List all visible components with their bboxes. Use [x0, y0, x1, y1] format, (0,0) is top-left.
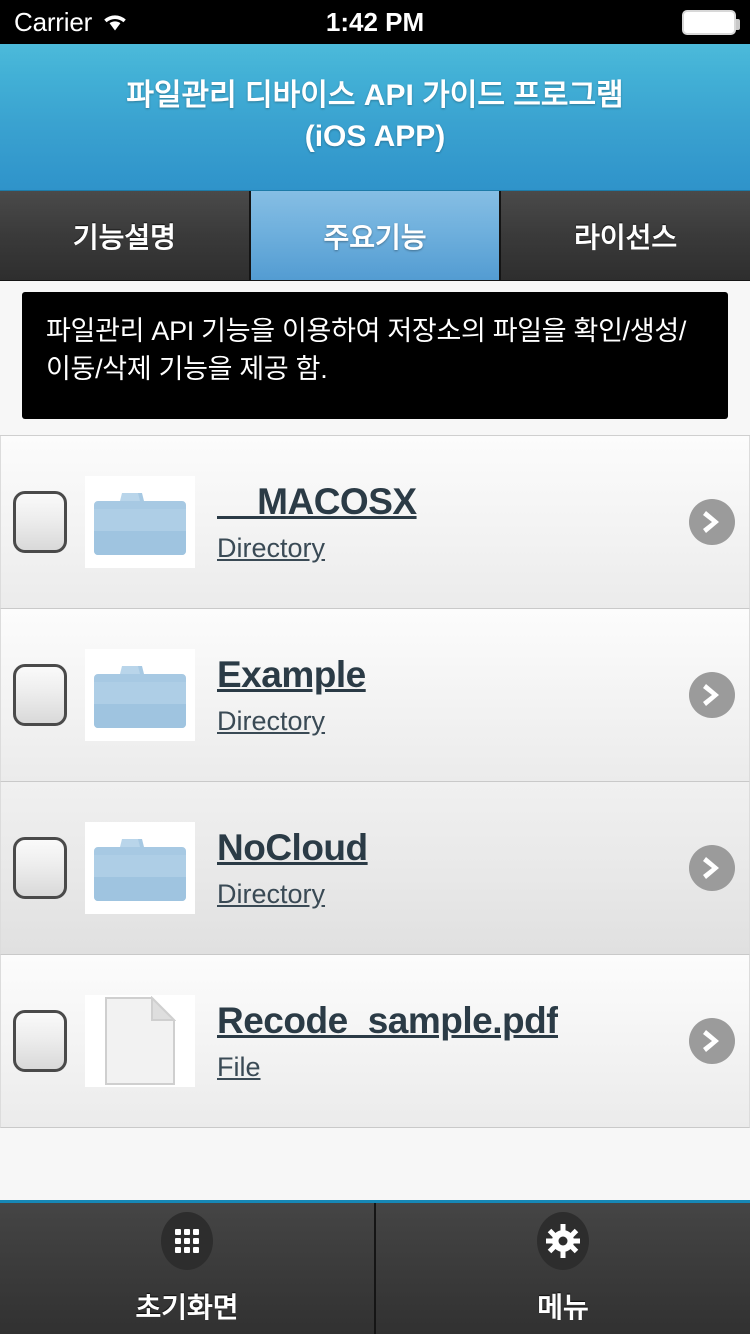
status-bar-left: Carrier: [14, 7, 129, 38]
page-title-line1: 파일관리 디바이스 API 가이드 프로그램: [126, 79, 623, 112]
grid-icon: [161, 1212, 213, 1270]
checkbox-unchecked-icon[interactable]: [13, 491, 67, 553]
file-row-text: __MACOSX Directory: [217, 481, 677, 564]
gear-icon: [537, 1212, 589, 1270]
home-button[interactable]: 초기화면: [0, 1203, 376, 1334]
status-bar-right: [682, 10, 736, 35]
tab-function-description[interactable]: 기능설명: [0, 191, 251, 280]
file-name[interactable]: Example: [217, 654, 366, 696]
chevron-right-icon[interactable]: [689, 1018, 735, 1064]
file-row-text: Recode_sample.pdf File: [217, 1000, 677, 1083]
folder-icon: [85, 822, 195, 914]
table-row[interactable]: Recode_sample.pdf File: [0, 955, 750, 1128]
app-root: Carrier 1:42 PM 파일관리 디바이스 API 가이드 프로그램 (…: [0, 0, 750, 1334]
wifi-icon: [101, 12, 129, 32]
description-text: 파일관리 API 기능을 이용하여 저장소의 파일을 확인/생성/이동/삭제 기…: [22, 292, 728, 419]
table-row[interactable]: __MACOSX Directory: [0, 436, 750, 609]
file-name[interactable]: Recode_sample.pdf: [217, 1000, 558, 1042]
status-bar: Carrier 1:42 PM: [0, 0, 750, 44]
home-button-label: 초기화면: [135, 1286, 238, 1326]
chevron-right-icon[interactable]: [689, 672, 735, 718]
menu-button-label: 메뉴: [537, 1286, 589, 1326]
tab-license[interactable]: 라이선스: [501, 191, 750, 280]
checkbox-unchecked-icon[interactable]: [13, 1010, 67, 1072]
folder-icon: [85, 649, 195, 741]
bottom-toolbar: 초기화면: [0, 1200, 750, 1334]
chevron-right-icon[interactable]: [689, 499, 735, 545]
table-row[interactable]: Example Directory: [0, 609, 750, 782]
checkbox-unchecked-icon[interactable]: [13, 664, 67, 726]
app-header: 파일관리 디바이스 API 가이드 프로그램 (iOS APP): [0, 44, 750, 191]
folder-icon: [85, 476, 195, 568]
menu-button[interactable]: 메뉴: [376, 1203, 750, 1334]
file-list: __MACOSX Directory: [0, 435, 750, 1128]
description-panel-wrapper: 파일관리 API 기능을 이용하여 저장소의 파일을 확인/생성/이동/삭제 기…: [0, 281, 750, 435]
page-title-line2: (iOS APP): [305, 120, 446, 153]
file-row-text: NoCloud Directory: [217, 827, 677, 910]
checkbox-unchecked-icon[interactable]: [13, 837, 67, 899]
file-name[interactable]: NoCloud: [217, 827, 368, 869]
battery-full-icon: [682, 10, 736, 35]
file-type: Directory: [217, 706, 325, 737]
file-row-text: Example Directory: [217, 654, 677, 737]
table-row[interactable]: NoCloud Directory: [0, 782, 750, 955]
page-title: 파일관리 디바이스 API 가이드 프로그램 (iOS APP): [126, 76, 623, 158]
tab-bar: 기능설명 주요기능 라이선스: [0, 191, 750, 281]
tab-main-features[interactable]: 주요기능: [251, 191, 502, 280]
file-list-container[interactable]: __MACOSX Directory: [0, 435, 750, 1200]
carrier-label: Carrier: [14, 7, 92, 38]
file-type: Directory: [217, 879, 325, 910]
chevron-right-icon[interactable]: [689, 845, 735, 891]
file-name[interactable]: __MACOSX: [217, 481, 417, 523]
file-type: File: [217, 1052, 261, 1083]
file-type: Directory: [217, 533, 325, 564]
document-icon: [85, 995, 195, 1087]
